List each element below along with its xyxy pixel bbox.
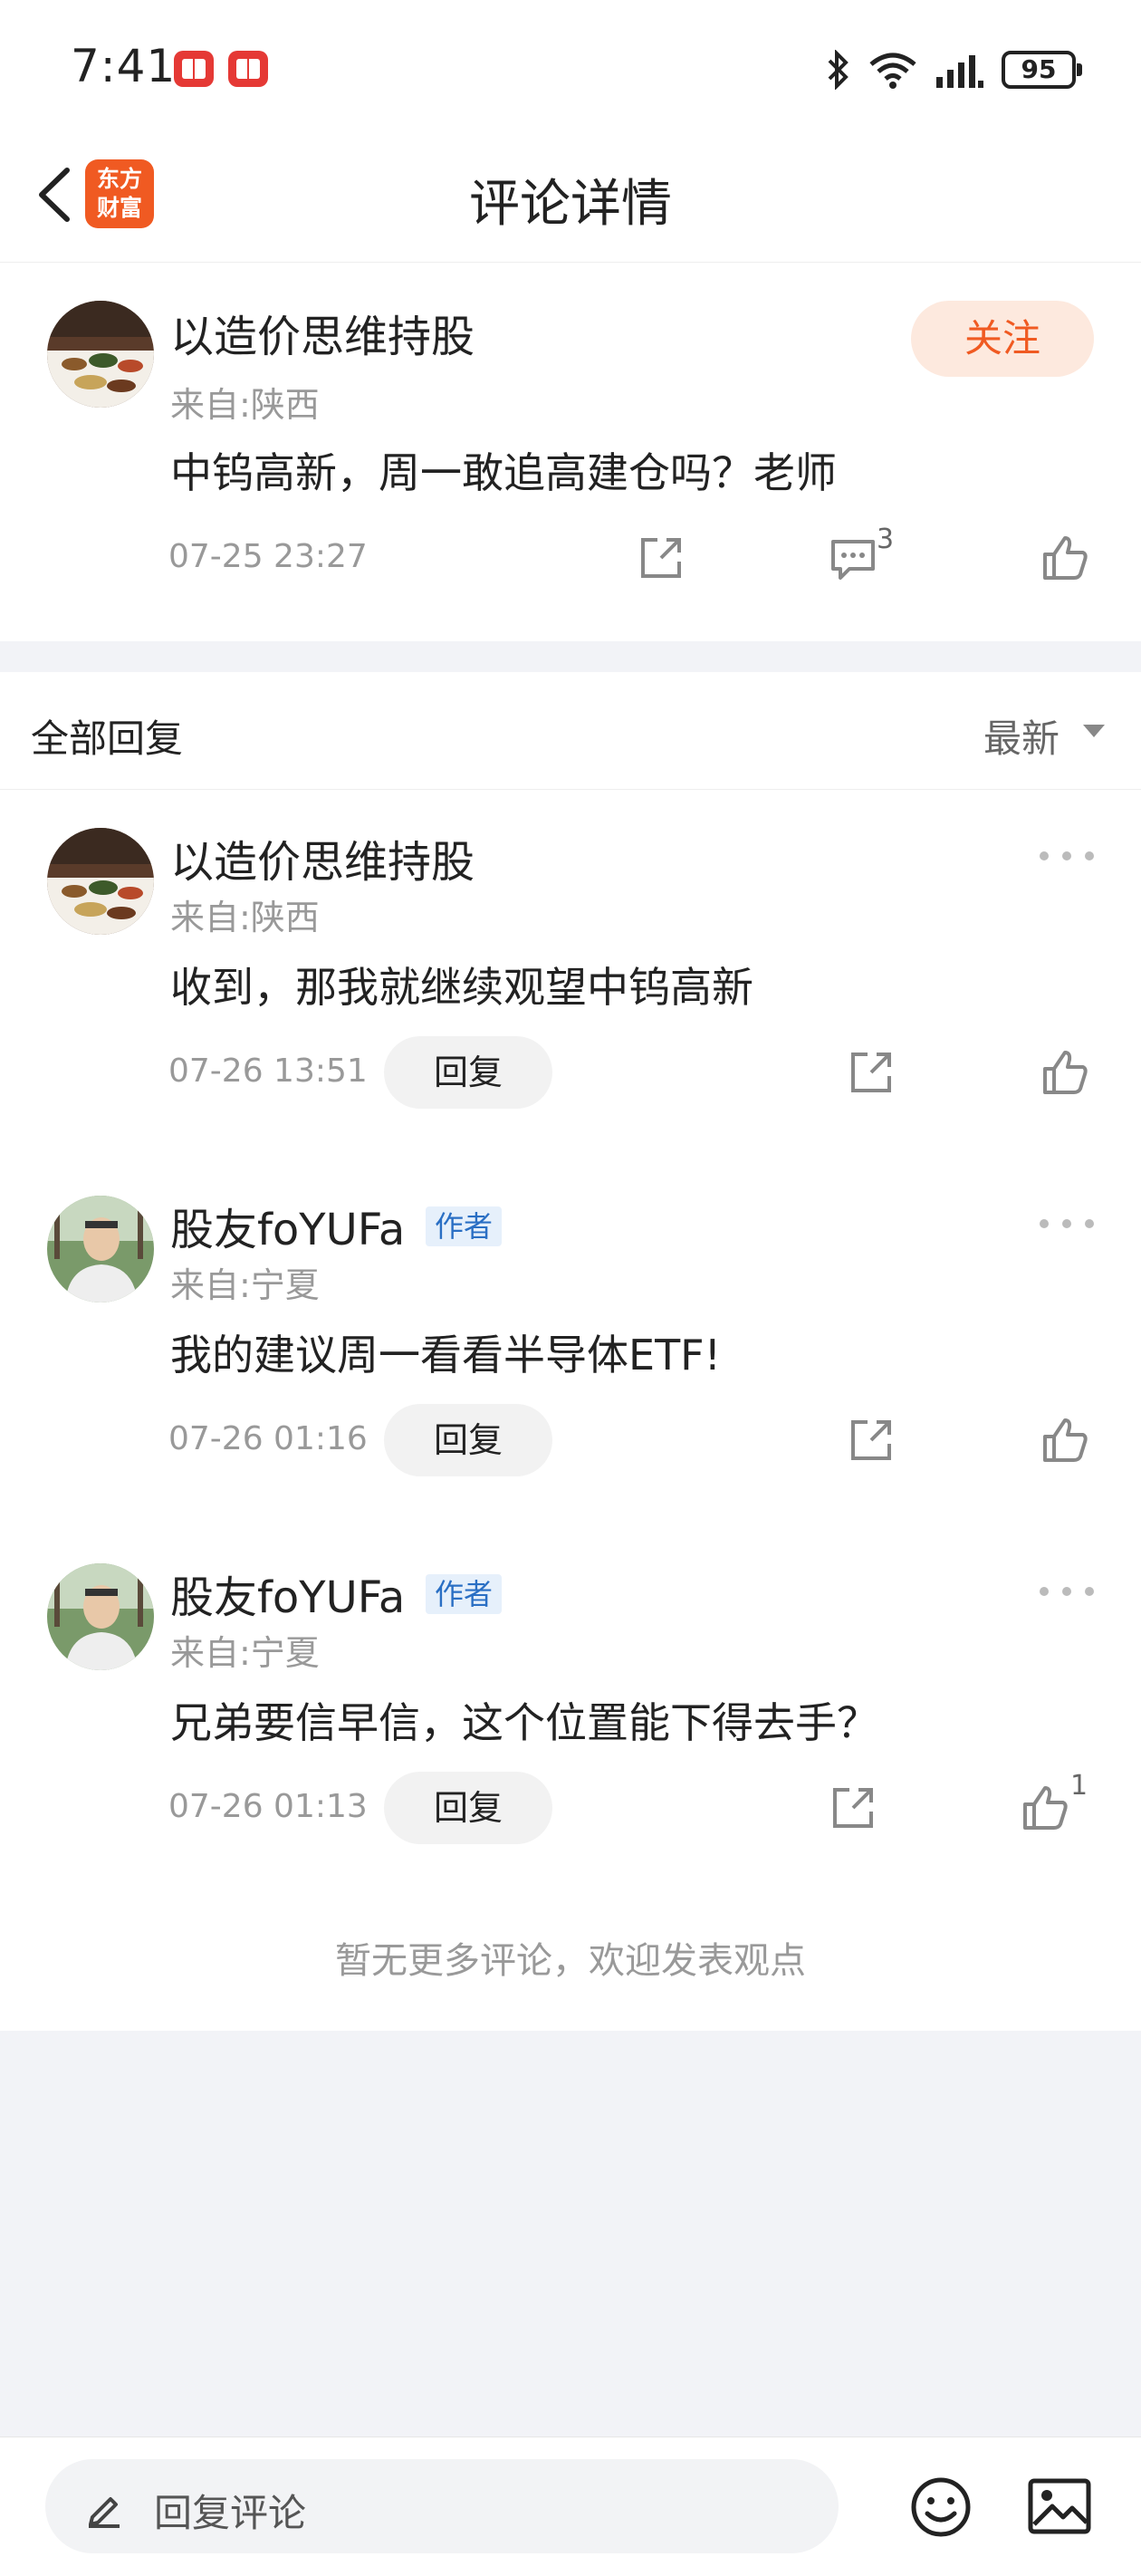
- like-icon[interactable]: [1038, 1413, 1092, 1467]
- author-name[interactable]: 股友foYUFa: [170, 1194, 405, 1257]
- notification-book-icon: [174, 51, 214, 87]
- share-icon[interactable]: [634, 531, 688, 585]
- reply-time: 07-26 01:16: [168, 1420, 368, 1457]
- comment-time: 07-25 23:27: [168, 538, 368, 575]
- reply-time: 07-26 01:13: [168, 1788, 368, 1825]
- reply-content: 兄弟要信早信，这个位置能下得去手？: [170, 1698, 878, 1747]
- reply-button[interactable]: 回复: [384, 1404, 552, 1476]
- replies-header: 全部回复 最新: [0, 672, 1141, 790]
- reply-list: 以造价思维持股 来自:陕西 收到，那我就继续观望中钨高新 07-26 13:51…: [0, 790, 1141, 2031]
- author-name[interactable]: 股友foYUFa: [170, 1562, 405, 1625]
- like-icon[interactable]: [1038, 531, 1092, 585]
- avatar[interactable]: [47, 828, 154, 935]
- author-location: 来自:陕西: [170, 385, 320, 425]
- list-item: 以造价思维持股 来自:陕西 收到，那我就继续观望中钨高新 07-26 13:51…: [0, 790, 1141, 1158]
- author-location: 来自:宁夏: [170, 1633, 320, 1673]
- follow-button[interactable]: 关注: [911, 301, 1094, 377]
- reply-content: 收到，那我就继续观望中钨高新: [170, 963, 753, 1012]
- author-location: 来自:陕西: [170, 898, 320, 937]
- emoji-icon[interactable]: [909, 2475, 973, 2539]
- author-tag-badge: 作者: [426, 1206, 503, 1246]
- avatar-image: [47, 301, 154, 408]
- image-icon[interactable]: [1027, 2477, 1092, 2535]
- comment-icon[interactable]: [826, 531, 880, 585]
- reply-content: 我的建议周一看看半导体ETF!: [170, 1331, 722, 1379]
- like-icon[interactable]: [1038, 1045, 1092, 1100]
- more-options-icon[interactable]: [1040, 851, 1094, 864]
- battery-icon: 95: [1002, 51, 1082, 89]
- app-logo: 东方 财富: [85, 159, 154, 228]
- replies-title: 全部回复: [31, 716, 184, 761]
- logo-text-line2: 财富: [96, 195, 142, 221]
- signal-icon: [936, 55, 983, 88]
- avatar[interactable]: [47, 1196, 154, 1302]
- share-icon[interactable]: [844, 1045, 898, 1100]
- avatar-image: [47, 1196, 154, 1302]
- more-options-icon[interactable]: [1040, 1587, 1094, 1600]
- reply-comment-input[interactable]: 回复评论: [45, 2459, 839, 2553]
- avatar[interactable]: [47, 301, 154, 408]
- page-title: 评论详情: [469, 175, 672, 234]
- more-options-icon[interactable]: [1040, 1219, 1094, 1232]
- share-icon[interactable]: [826, 1781, 880, 1835]
- sort-dropdown[interactable]: 最新: [983, 708, 1060, 764]
- status-time: 7:41: [71, 40, 177, 92]
- reply-button[interactable]: 回复: [384, 1036, 552, 1109]
- avatar-image: [47, 1563, 154, 1670]
- notification-book-icon: [228, 51, 268, 87]
- reply-button[interactable]: 回复: [384, 1772, 552, 1844]
- bluetooth-icon: [828, 50, 849, 90]
- share-icon[interactable]: [844, 1413, 898, 1467]
- reply-comment-placeholder: 回复评论: [154, 2491, 307, 2535]
- back-arrow-icon[interactable]: [25, 163, 89, 226]
- status-bar: 7:41 95: [0, 0, 1141, 136]
- pencil-icon: [89, 2497, 120, 2528]
- author-name[interactable]: 以造价思维持股: [170, 301, 475, 364]
- avatar-image: [47, 828, 154, 935]
- like-count: 1: [1070, 1770, 1088, 1802]
- main-comment: 以造价思维持股 来自:陕西 关注 中钨高新，周一敢追高建仓吗？老师 07-25 …: [0, 263, 1141, 641]
- avatar[interactable]: [47, 1563, 154, 1670]
- reply-time: 07-26 13:51: [168, 1053, 368, 1090]
- author-location: 来自:宁夏: [170, 1265, 320, 1305]
- bottom-bar: 回复评论: [0, 2437, 1141, 2576]
- comment-content: 中钨高新，周一敢追高建仓吗？老师: [170, 448, 837, 497]
- logo-text-line1: 东方: [96, 166, 142, 192]
- author-name[interactable]: 以造价思维持股: [170, 826, 475, 889]
- comment-count: 3: [877, 524, 895, 555]
- like-icon[interactable]: [1018, 1781, 1072, 1835]
- author-tag-badge: 作者: [426, 1574, 503, 1614]
- list-item: 股友foYUFa 作者 来自:宁夏 兄弟要信早信，这个位置能下得去手？ 07-2…: [0, 1525, 1141, 1893]
- no-more-comments-note: 暂无更多评论，欢迎发表观点: [335, 1940, 806, 1982]
- list-item: 股友foYUFa 作者 来自:宁夏 我的建议周一看看半导体ETF! 07-26 …: [0, 1158, 1141, 1525]
- wifi-icon: [869, 53, 916, 89]
- chevron-down-icon[interactable]: [1083, 725, 1105, 737]
- status-icons: 95: [824, 47, 1082, 92]
- nav-bar: 评论详情 东方 财富: [0, 136, 1141, 263]
